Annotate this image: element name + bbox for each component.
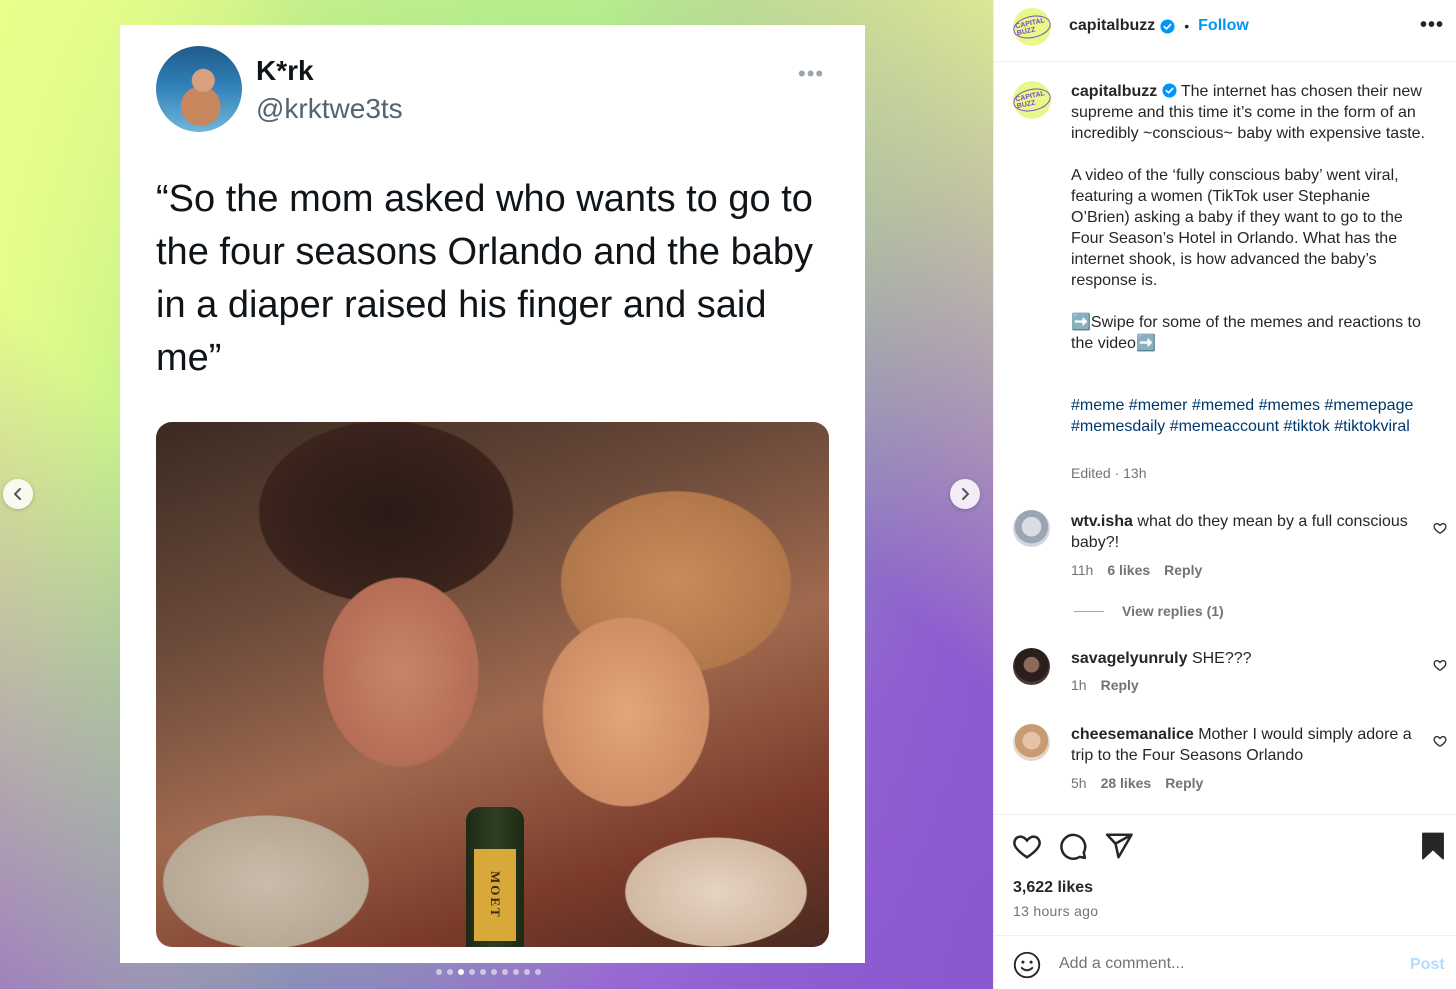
follow-button[interactable]: Follow bbox=[1198, 17, 1249, 35]
post-time: 13 hours ago bbox=[1013, 903, 1099, 919]
comment-text: cheesemanalice Mother I would simply ado… bbox=[1071, 724, 1421, 766]
comment-reply-button[interactable]: Reply bbox=[1101, 677, 1139, 693]
view-replies-button[interactable]: View replies (1) bbox=[1074, 603, 1224, 619]
tweet-photo: MOET bbox=[156, 422, 829, 947]
post-actions: 3,622 likes 13 hours ago bbox=[994, 814, 1456, 935]
carousel-dot bbox=[447, 969, 453, 975]
header-user: capitalbuzz • Follow bbox=[1069, 17, 1249, 35]
comment-avatar[interactable] bbox=[1013, 724, 1050, 761]
carousel-dot bbox=[480, 969, 486, 975]
carousel-dot bbox=[502, 969, 508, 975]
carousel-dot bbox=[469, 969, 475, 975]
comment-body: SHE??? bbox=[1191, 650, 1252, 667]
tweet-more-icon: ••• bbox=[798, 61, 825, 86]
comment-icon[interactable] bbox=[1058, 831, 1088, 861]
post-header: CAPITAL BUZZ capitalbuzz • Follow ••• bbox=[994, 0, 1456, 62]
comment-time: 11h bbox=[1071, 562, 1094, 578]
bottle-label: MOET bbox=[474, 849, 516, 941]
caption-text: capitalbuzz The internet has chosen thei… bbox=[1071, 81, 1431, 354]
heart-icon[interactable] bbox=[1012, 831, 1042, 861]
comment-username[interactable]: savagelyunruly bbox=[1071, 650, 1188, 667]
tweet-author-name: K*rk bbox=[256, 55, 314, 86]
champagne-bottle: MOET bbox=[466, 807, 524, 947]
verified-badge-icon bbox=[1160, 18, 1175, 34]
caption-body: The internet has chosen their new suprem… bbox=[1071, 83, 1425, 352]
verified-badge-icon bbox=[1162, 83, 1177, 98]
carousel-prev-button[interactable] bbox=[3, 479, 33, 509]
comment-time: 1h bbox=[1071, 677, 1087, 693]
likes-count[interactable]: 3,622 likes bbox=[1013, 879, 1093, 897]
comment-likes[interactable]: 28 likes bbox=[1101, 775, 1152, 791]
caption-avatar[interactable]: CAPITAL BUZZ bbox=[1013, 81, 1051, 119]
comment-avatar[interactable] bbox=[1013, 648, 1050, 685]
comment-input[interactable] bbox=[1059, 948, 1389, 980]
tweet-text: “So the mom asked who wants to go to the… bbox=[156, 178, 814, 379]
header-separator: • bbox=[1184, 18, 1190, 34]
caption-username[interactable]: capitalbuzz bbox=[1071, 83, 1157, 100]
comment-reply-button[interactable]: Reply bbox=[1165, 775, 1203, 791]
carousel-dot bbox=[513, 969, 519, 975]
brand-logo: CAPITAL BUZZ bbox=[1013, 12, 1051, 42]
post-sidebar: CAPITAL BUZZ capitalbuzz • Follow ••• CA… bbox=[993, 0, 1456, 989]
comment-meta: 11h 6 likes Reply bbox=[1071, 562, 1202, 578]
caption-hashtags[interactable]: #meme #memer #memed #memes #memepage #me… bbox=[1071, 395, 1431, 437]
carousel-dot bbox=[458, 969, 464, 975]
carousel-next-button[interactable] bbox=[950, 479, 980, 509]
more-options-icon[interactable]: ••• bbox=[1420, 14, 1444, 37]
view-replies-line bbox=[1074, 610, 1104, 612]
comment-likes[interactable]: 6 likes bbox=[1107, 562, 1150, 578]
comment-meta: 5h 28 likes Reply bbox=[1071, 775, 1203, 791]
bookmark-icon[interactable] bbox=[1418, 831, 1448, 861]
comment-like-heart-icon[interactable] bbox=[1433, 521, 1447, 535]
comment-meta: 1h Reply bbox=[1071, 677, 1139, 693]
comment-avatar[interactable] bbox=[1013, 510, 1050, 547]
share-icon[interactable] bbox=[1104, 831, 1134, 861]
carousel-dot bbox=[436, 969, 442, 975]
comment-time: 5h bbox=[1071, 775, 1087, 791]
carousel-indicator bbox=[436, 969, 541, 975]
post-media: K*rk @krktwe3ts ••• “So the mom asked wh… bbox=[0, 0, 993, 989]
view-replies-label: View replies (1) bbox=[1122, 603, 1224, 619]
chevron-right-icon bbox=[962, 488, 969, 500]
carousel-dot bbox=[491, 969, 497, 975]
carousel-dot bbox=[524, 969, 530, 975]
comment-like-heart-icon[interactable] bbox=[1433, 658, 1447, 672]
tweet-avatar bbox=[156, 46, 242, 132]
account-avatar[interactable]: CAPITAL BUZZ bbox=[1013, 8, 1051, 46]
comment-text: savagelyunruly SHE??? bbox=[1071, 648, 1421, 669]
comment-username[interactable]: wtv.isha bbox=[1071, 513, 1133, 530]
emoji-icon[interactable] bbox=[1013, 951, 1041, 979]
chevron-left-icon bbox=[14, 488, 21, 500]
comment-text: wtv.isha what do they mean by a full con… bbox=[1071, 511, 1421, 553]
post-comment-button[interactable]: Post bbox=[1410, 956, 1445, 974]
comment-like-heart-icon[interactable] bbox=[1433, 734, 1447, 748]
caption-edited-time: Edited · 13h bbox=[1071, 465, 1147, 481]
tweet-screenshot: K*rk @krktwe3ts ••• “So the mom asked wh… bbox=[120, 25, 865, 963]
brand-logo: CAPITAL BUZZ bbox=[1013, 85, 1051, 115]
carousel-dot bbox=[535, 969, 541, 975]
header-username[interactable]: capitalbuzz bbox=[1069, 17, 1155, 35]
tweet-author-handle: @krktwe3ts bbox=[256, 93, 403, 124]
comment-username[interactable]: cheesemanalice bbox=[1071, 726, 1194, 743]
comment-reply-button[interactable]: Reply bbox=[1164, 562, 1202, 578]
add-comment-bar: Post bbox=[994, 935, 1456, 989]
